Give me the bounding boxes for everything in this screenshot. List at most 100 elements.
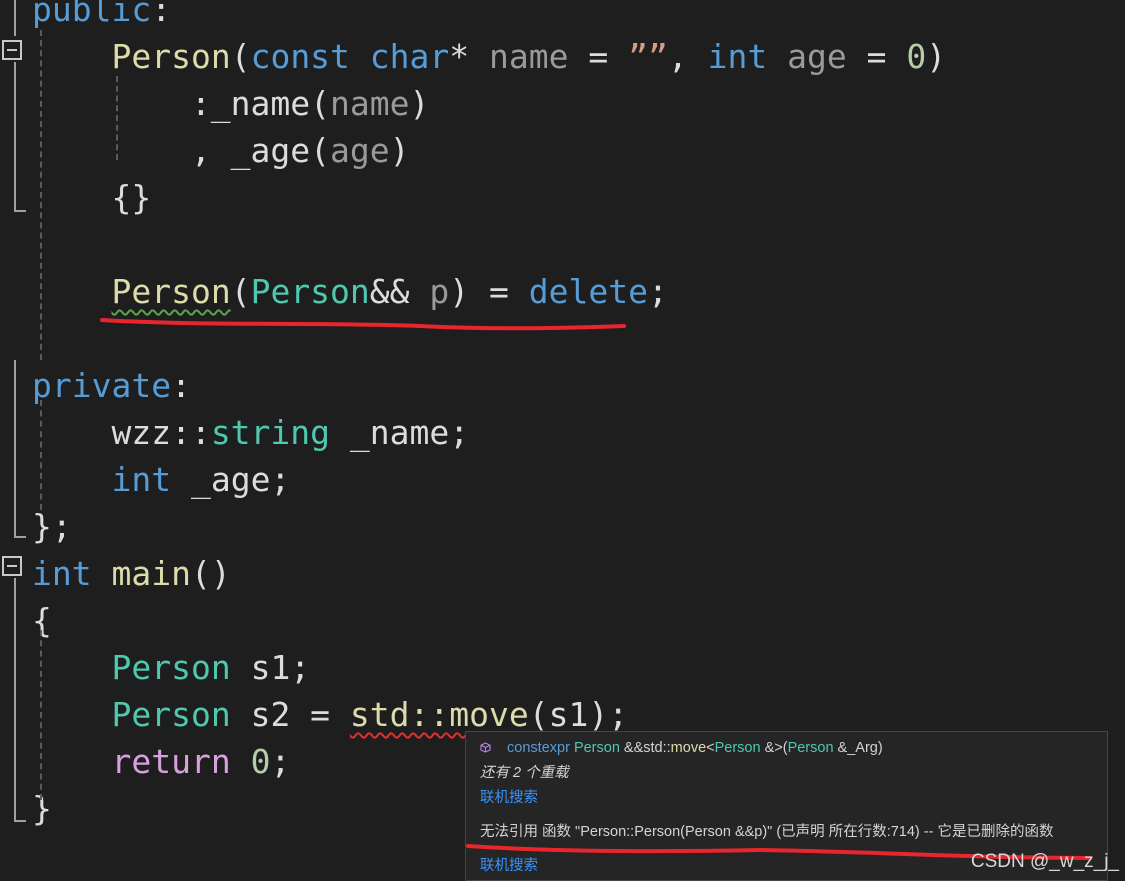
- code-token: age: [330, 131, 390, 170]
- code-line[interactable]: Person(const char* name = ””, int age = …: [32, 33, 946, 80]
- code-token: :: [151, 0, 172, 29]
- signature-token: &&std::: [623, 740, 671, 756]
- indent-guide: [40, 400, 42, 510]
- code-token: Person: [111, 272, 231, 311]
- code-line[interactable]: private:: [32, 362, 191, 409]
- code-token: ;: [270, 742, 291, 781]
- code-token: return: [111, 742, 231, 781]
- code-token: Person: [111, 37, 231, 76]
- signature-token: constexpr: [507, 740, 574, 756]
- code-token: {}: [32, 178, 152, 217]
- fold-line: [14, 360, 16, 538]
- code-line[interactable]: int main(): [32, 550, 231, 597]
- code-token: *: [449, 37, 490, 76]
- signature-token: &_Arg): [837, 740, 883, 756]
- code-token: s2 =: [230, 695, 350, 734]
- code-line[interactable]: };: [32, 503, 72, 550]
- code-token: &&: [369, 272, 430, 311]
- code-token: ,: [667, 37, 708, 76]
- code-token: =: [846, 37, 907, 76]
- code-token: :: [171, 366, 191, 405]
- code-token: :_name(: [32, 84, 331, 123]
- code-token: const: [250, 37, 350, 76]
- code-token: name: [489, 37, 569, 76]
- code-token: std::move: [349, 695, 529, 734]
- code-line[interactable]: wzz::string _name;: [32, 409, 469, 456]
- code-token: 0: [906, 37, 927, 76]
- search-online-link[interactable]: 联机搜索: [480, 786, 538, 807]
- signature-token: move: [670, 740, 707, 756]
- code-line[interactable]: Person s1;: [32, 644, 310, 691]
- indent-guide: [40, 630, 42, 800]
- fold-collapse-icon[interactable]: [2, 556, 22, 576]
- code-token: _age;: [171, 460, 291, 499]
- signature-text: constexpr Person &&std::move<Person &>(P…: [507, 740, 883, 756]
- code-line[interactable]: public:: [32, 0, 171, 33]
- signature-token: Person: [573, 740, 624, 756]
- code-line[interactable]: return 0;: [32, 738, 290, 785]
- indent-guide: [116, 76, 118, 160]
- signature-row: constexpr Person &&std::move<Person &>(P…: [480, 740, 883, 756]
- code-token: ””: [628, 37, 668, 76]
- code-line[interactable]: :_name(name): [32, 80, 429, 127]
- watermark: CSDN @_w_z_j_: [970, 851, 1119, 872]
- search-online-link[interactable]: 联机搜索: [480, 854, 538, 875]
- code-token: private: [32, 366, 172, 405]
- code-token: name: [330, 84, 410, 123]
- code-line[interactable]: {}: [32, 174, 151, 221]
- code-token: p: [429, 272, 450, 311]
- code-line[interactable]: , _age(age): [32, 127, 410, 174]
- code-token: (): [190, 554, 231, 593]
- cube-icon: [480, 741, 491, 753]
- code-token: 0: [250, 742, 271, 781]
- code-token: ): [926, 37, 947, 76]
- code-token: Person: [250, 272, 370, 311]
- code-token: , _age(: [32, 131, 331, 170]
- fold-line: [14, 820, 26, 822]
- code-token: ): [409, 84, 430, 123]
- overloads-text: 还有 2 个重载: [480, 765, 569, 781]
- error-message: 无法引用 函数 "Person::Person(Person &&p)" (已声…: [480, 824, 1054, 840]
- code-token: int: [32, 554, 92, 593]
- fold-line: [14, 0, 16, 36]
- code-token: ;: [647, 272, 668, 311]
- code-token: char: [369, 37, 450, 76]
- code-token: wzz::: [32, 413, 211, 452]
- code-token: =: [568, 37, 629, 76]
- code-token: s1;: [230, 648, 311, 687]
- code-token: delete: [528, 272, 648, 311]
- code-token: ): [389, 131, 410, 170]
- code-token: (s1);: [528, 695, 629, 734]
- code-token: int: [111, 460, 172, 499]
- fold-line: [14, 62, 16, 212]
- code-token: (: [230, 272, 251, 311]
- code-line[interactable]: int _age;: [32, 456, 290, 503]
- signature-token: Person: [714, 740, 765, 756]
- code-token: string: [210, 413, 331, 452]
- code-token: int: [707, 37, 768, 76]
- code-token: ) =: [449, 272, 529, 311]
- fold-line: [14, 578, 16, 822]
- code-token: Person: [111, 648, 231, 687]
- code-token: Person: [111, 695, 231, 734]
- signature-token: &>(: [764, 740, 788, 756]
- indent-guide: [40, 30, 42, 360]
- code-token: age: [787, 37, 847, 76]
- code-token: public: [32, 0, 152, 29]
- signature-token: <: [706, 740, 715, 756]
- code-token: main: [111, 554, 191, 593]
- fold-collapse-icon[interactable]: [2, 40, 22, 60]
- fold-line: [14, 536, 26, 538]
- code-token: };: [32, 507, 72, 546]
- code-line[interactable]: Person(Person&& p) = delete;: [32, 268, 668, 315]
